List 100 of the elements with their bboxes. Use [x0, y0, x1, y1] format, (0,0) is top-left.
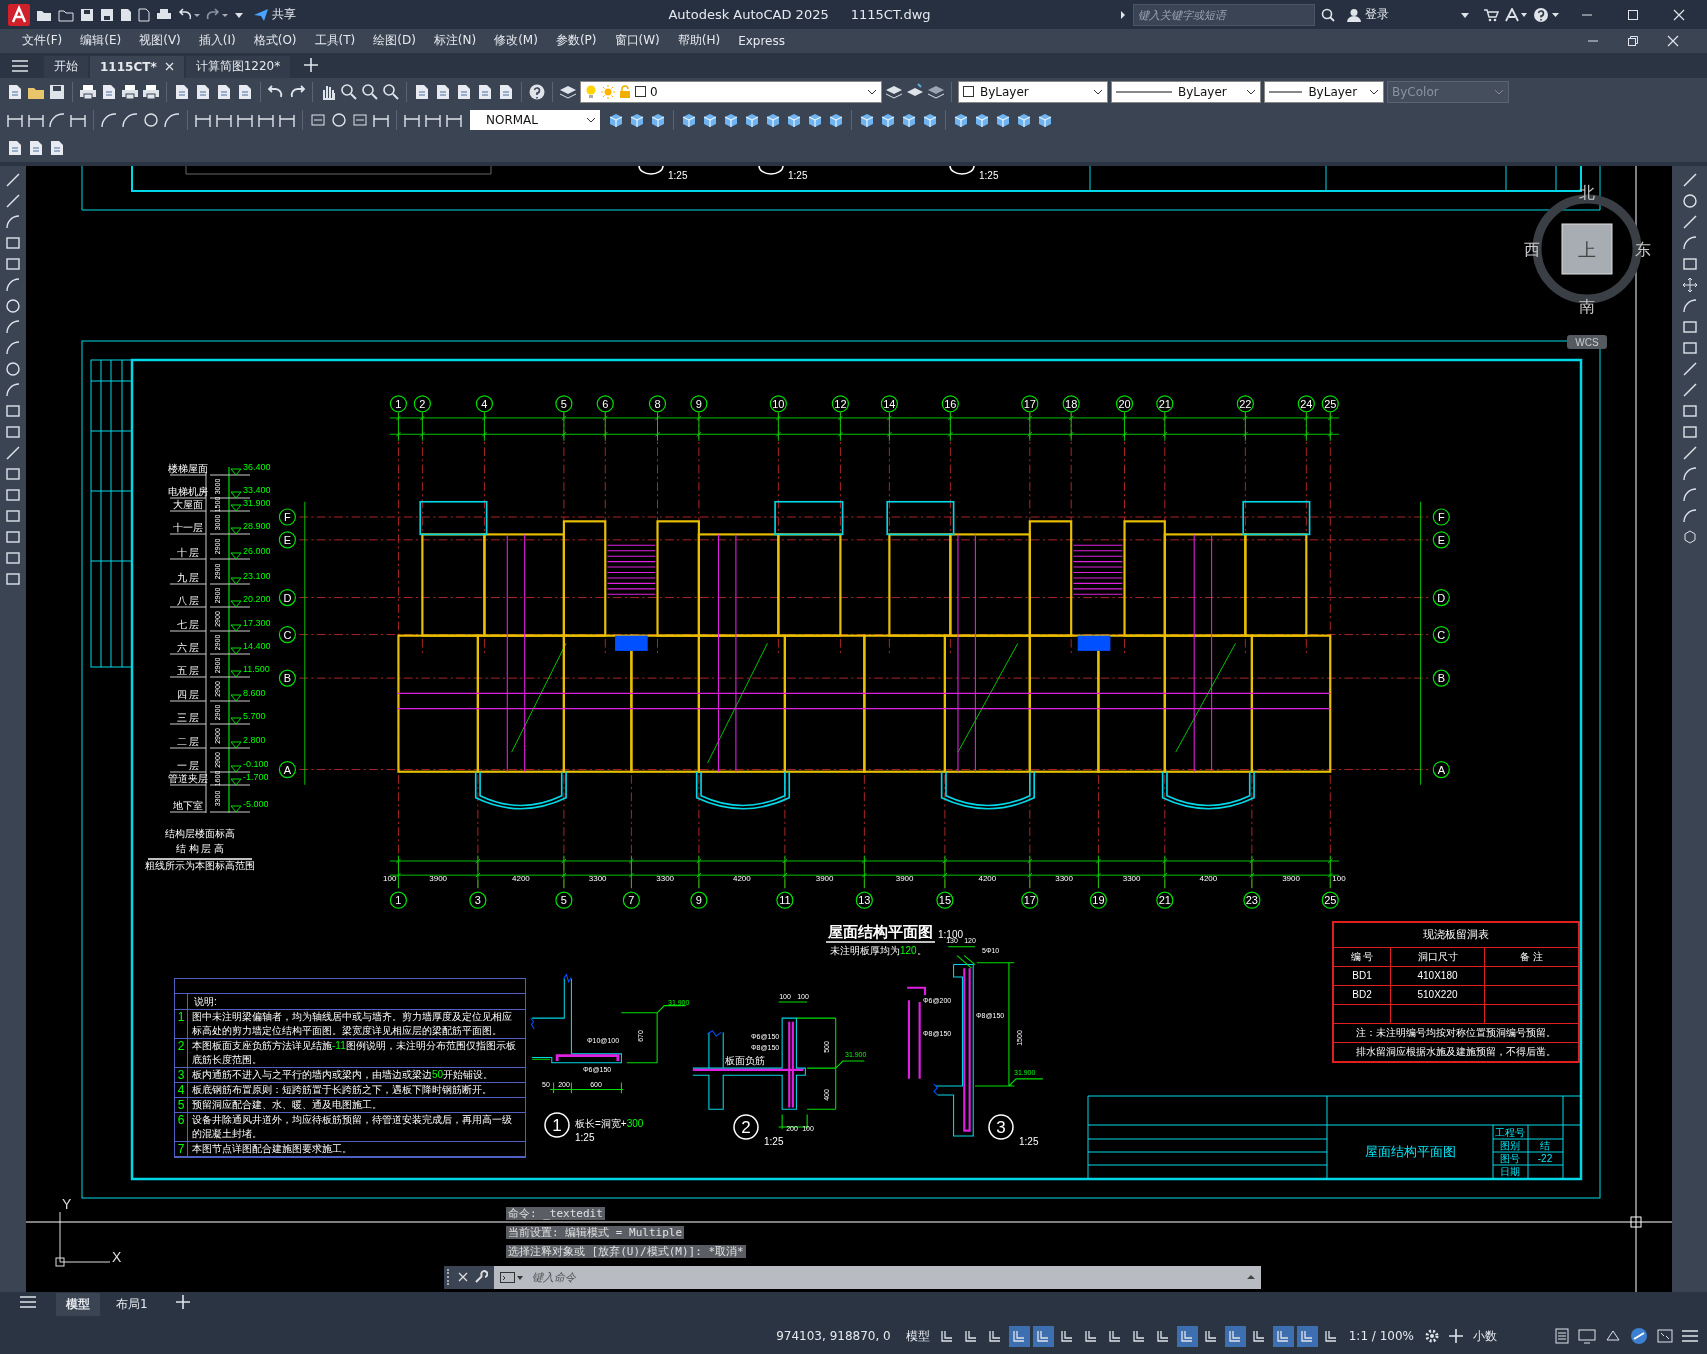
- line-icon[interactable]: [1681, 444, 1698, 461]
- clean-screen-icon[interactable]: [1657, 1329, 1673, 1343]
- menu-item[interactable]: 标注(N): [425, 32, 487, 50]
- arc-icon[interactable]: [5, 318, 21, 335]
- arc-icon[interactable]: [5, 339, 21, 356]
- search-field[interactable]: 键入关键字或短语: [1133, 3, 1315, 26]
- circle-icon[interactable]: [1681, 192, 1698, 209]
- file-tab[interactable]: 开始: [44, 55, 88, 78]
- file-tab[interactable]: 计算简图1220*: [185, 55, 291, 78]
- lineweight-dropdown[interactable]: ByLayer: [1264, 80, 1384, 103]
- menu-item[interactable]: 格式(O): [245, 32, 307, 50]
- close-icon[interactable]: [1667, 34, 1679, 47]
- circle-icon[interactable]: [5, 297, 21, 314]
- help-icon[interactable]: [1533, 6, 1561, 23]
- menu-item[interactable]: 绘图(D): [365, 32, 426, 50]
- cart-icon[interactable]: [1483, 7, 1499, 22]
- document-icon[interactable]: [100, 82, 118, 101]
- layout-tab[interactable]: 模型: [56, 1293, 100, 1317]
- status-toggle-button[interactable]: [1296, 1325, 1318, 1347]
- document-icon[interactable]: [1681, 339, 1698, 356]
- model-space-button[interactable]: 模型: [901, 1327, 934, 1345]
- document-icon[interactable]: [5, 255, 21, 272]
- viewcube-face[interactable]: 上: [1561, 223, 1613, 275]
- document-icon[interactable]: [236, 82, 254, 101]
- arc-icon[interactable]: [5, 276, 21, 293]
- menu-item[interactable]: 参数(P): [547, 32, 607, 50]
- save-icon[interactable]: [100, 7, 114, 22]
- circle-icon[interactable]: [330, 110, 348, 129]
- properties-icon[interactable]: [1555, 1328, 1569, 1344]
- status-toggle-button[interactable]: [1176, 1325, 1198, 1347]
- document-icon[interactable]: [6, 82, 24, 101]
- wcs-menu-button[interactable]: WCS: [1567, 334, 1607, 349]
- status-toggle-button[interactable]: [1224, 1325, 1246, 1347]
- compass-label[interactable]: 北: [1579, 183, 1595, 201]
- document-icon[interactable]: [5, 486, 21, 503]
- plus-icon[interactable]: [304, 57, 319, 72]
- status-toggle-button[interactable]: [1008, 1325, 1030, 1347]
- document-icon[interactable]: [434, 82, 452, 101]
- document-icon[interactable]: [5, 423, 21, 440]
- menu-item[interactable]: 插入(I): [190, 32, 246, 50]
- document-icon[interactable]: [120, 7, 132, 22]
- menu-item[interactable]: 帮助(H): [669, 32, 731, 50]
- menu-icon[interactable]: [20, 1295, 36, 1308]
- document-icon[interactable]: [194, 82, 212, 101]
- arc-icon[interactable]: [5, 213, 21, 230]
- arc-icon[interactable]: [1681, 507, 1698, 524]
- document-icon[interactable]: [1681, 255, 1698, 272]
- menu-item[interactable]: 编辑(E): [72, 32, 132, 50]
- document-icon[interactable]: [5, 234, 21, 251]
- document-icon[interactable]: [5, 570, 21, 587]
- layout-tab[interactable]: 布局1: [106, 1293, 158, 1317]
- logo-icon[interactable]: [8, 3, 30, 26]
- arc-icon[interactable]: [48, 110, 66, 129]
- magnifier-icon[interactable]: [382, 82, 400, 101]
- line-icon[interactable]: [1681, 360, 1698, 377]
- line-icon[interactable]: [5, 171, 21, 188]
- status-toggle-button[interactable]: [1032, 1325, 1054, 1347]
- gear-icon[interactable]: [1424, 1328, 1440, 1344]
- arc-icon[interactable]: [1681, 465, 1698, 482]
- printer-icon[interactable]: [121, 82, 139, 101]
- arc-icon[interactable]: [1681, 297, 1698, 314]
- arc-icon[interactable]: [163, 110, 181, 129]
- color-dropdown[interactable]: ByLayer: [958, 80, 1108, 103]
- menu-item[interactable]: 文件(F): [14, 32, 73, 50]
- magnifier-icon[interactable]: [361, 82, 379, 101]
- layer-dropdown[interactable]: 0: [580, 80, 882, 103]
- drawing-canvas[interactable]: [26, 165, 1672, 1292]
- close-icon[interactable]: [164, 62, 174, 72]
- circle-icon[interactable]: [142, 110, 160, 129]
- printer-icon[interactable]: [142, 82, 160, 101]
- menu-icon[interactable]: [1682, 1330, 1698, 1342]
- printer-icon[interactable]: [79, 82, 97, 101]
- arc-icon[interactable]: [1681, 234, 1698, 251]
- restore-icon[interactable]: [1627, 34, 1639, 47]
- arc-icon[interactable]: [100, 110, 118, 129]
- monitor-icon[interactable]: [1578, 1328, 1596, 1344]
- menu-item[interactable]: Express: [730, 33, 795, 48]
- units-dropdown[interactable]: 小数: [1469, 1327, 1549, 1345]
- line-icon[interactable]: [1681, 171, 1698, 188]
- document-icon[interactable]: [1681, 423, 1698, 440]
- document-icon[interactable]: [497, 82, 515, 101]
- document-icon[interactable]: [476, 82, 494, 101]
- folder-icon[interactable]: [58, 7, 74, 22]
- sign-in-button[interactable]: 登录: [1341, 5, 1395, 25]
- help-icon[interactable]: [528, 82, 546, 101]
- document-icon[interactable]: [138, 7, 150, 22]
- a-logo-icon[interactable]: [1505, 7, 1527, 22]
- wrench-icon[interactable]: [474, 1270, 488, 1285]
- document-icon[interactable]: [5, 549, 21, 566]
- circle-icon[interactable]: [5, 360, 21, 377]
- save-icon[interactable]: [48, 82, 66, 101]
- search-icon[interactable]: [1321, 7, 1335, 22]
- menu-item[interactable]: 工具(T): [306, 32, 366, 50]
- plus-icon[interactable]: [175, 1294, 190, 1309]
- line-icon[interactable]: [1681, 213, 1698, 230]
- save-icon[interactable]: [80, 7, 94, 22]
- document-icon[interactable]: [173, 82, 191, 101]
- close-icon[interactable]: [458, 1272, 468, 1283]
- document-icon[interactable]: [6, 138, 24, 157]
- file-tab[interactable]: 1115CT*: [90, 55, 184, 78]
